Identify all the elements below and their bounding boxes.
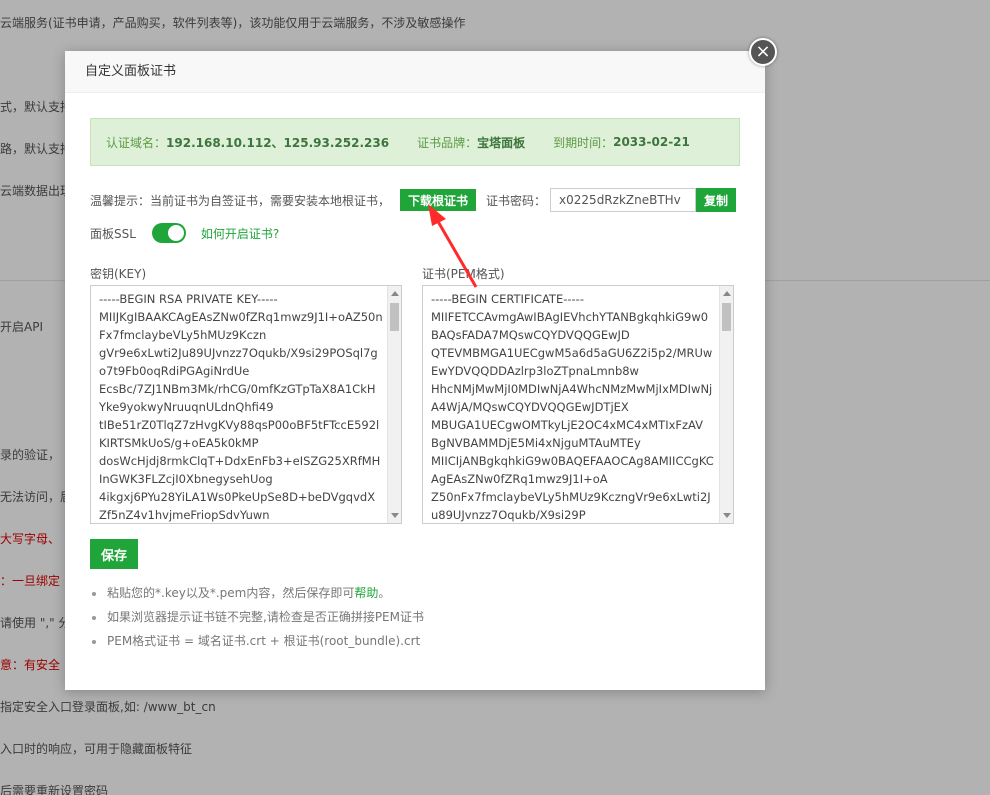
panel-ssl-label: 面板SSL xyxy=(90,226,136,241)
expire-label: 到期时间： xyxy=(553,135,614,150)
expire-value: 2033-02-21 xyxy=(613,135,690,149)
panel-ssl-toggle[interactable] xyxy=(151,223,186,243)
domain-label: 认证域名： xyxy=(106,135,167,150)
toggle-knob xyxy=(167,225,184,241)
note-item: 粘贴您的*.key以及*.pem内容，然后保存即可帮助。 xyxy=(90,581,424,605)
note-text: PEM格式证书 = 域名证书.crt + 根证书(root_bundle).cr… xyxy=(107,634,421,648)
cert-info-box: 认证域名： 192.168.10.112、125.93.252.236 证书品牌… xyxy=(90,118,740,166)
note-suffix: 。 xyxy=(378,586,391,600)
dialog-title: 自定义面板证书 xyxy=(65,51,765,93)
scroll-down-icon[interactable] xyxy=(391,513,399,518)
domain-value: 192.168.10.112、125.93.252.236 xyxy=(166,135,390,150)
key-textarea[interactable]: -----BEGIN RSA PRIVATE KEY----- MIIJKgIB… xyxy=(90,285,402,524)
key-label: 密钥(KEY) xyxy=(90,267,147,281)
brand-value: 宝塔面板 xyxy=(477,135,526,150)
scroll-thumb[interactable] xyxy=(722,303,731,331)
cert-label: 证书(PEM格式) xyxy=(422,267,505,281)
cert-textarea[interactable]: -----BEGIN CERTIFICATE----- MIIFETCCAvmg… xyxy=(422,285,734,524)
tip-row: 温馨提示：当前证书为自签证书，需要安装本地根证书， 下载根证书 证书密码： 复制 xyxy=(90,188,737,212)
close-icon[interactable]: × xyxy=(749,38,777,66)
download-root-cert-button[interactable]: 下载根证书 xyxy=(400,189,477,211)
cert-password-input[interactable] xyxy=(550,188,697,212)
scroll-up-icon[interactable] xyxy=(723,291,731,296)
scroll-up-icon[interactable] xyxy=(391,291,399,296)
cert-password-label: 证书密码： xyxy=(486,193,547,208)
scroll-thumb[interactable] xyxy=(390,303,399,331)
copy-password-button[interactable]: 复制 xyxy=(696,188,737,212)
custom-cert-dialog: 自定义面板证书 认证域名： 192.168.10.112、125.93.252.… xyxy=(65,51,765,690)
howto-enable-cert-link[interactable]: 如何开启证书? xyxy=(201,225,279,242)
note-text: 粘贴您的*.key以及*.pem内容，然后保存即可 xyxy=(107,586,355,600)
help-link[interactable]: 帮助 xyxy=(354,586,378,600)
cert-scrollbar[interactable] xyxy=(719,286,733,523)
note-item: 如果浏览器提示证书链不完整,请检查是否正确拼接PEM证书 xyxy=(90,605,424,629)
scroll-down-icon[interactable] xyxy=(723,513,731,518)
note-item: PEM格式证书 = 域名证书.crt + 根证书(root_bundle).cr… xyxy=(90,629,424,653)
note-text: 如果浏览器提示证书链不完整,请检查是否正确拼接PEM证书 xyxy=(107,610,424,624)
panel-ssl-row: 面板SSL 如何开启证书? xyxy=(90,222,279,244)
tip-text: 温馨提示：当前证书为自签证书，需要安装本地根证书， xyxy=(90,193,391,208)
key-scrollbar[interactable] xyxy=(387,286,401,523)
save-button[interactable]: 保存 xyxy=(90,539,139,569)
help-notes: 粘贴您的*.key以及*.pem内容，然后保存即可帮助。 如果浏览器提示证书链不… xyxy=(90,581,424,653)
brand-label: 证书品牌： xyxy=(417,135,478,150)
